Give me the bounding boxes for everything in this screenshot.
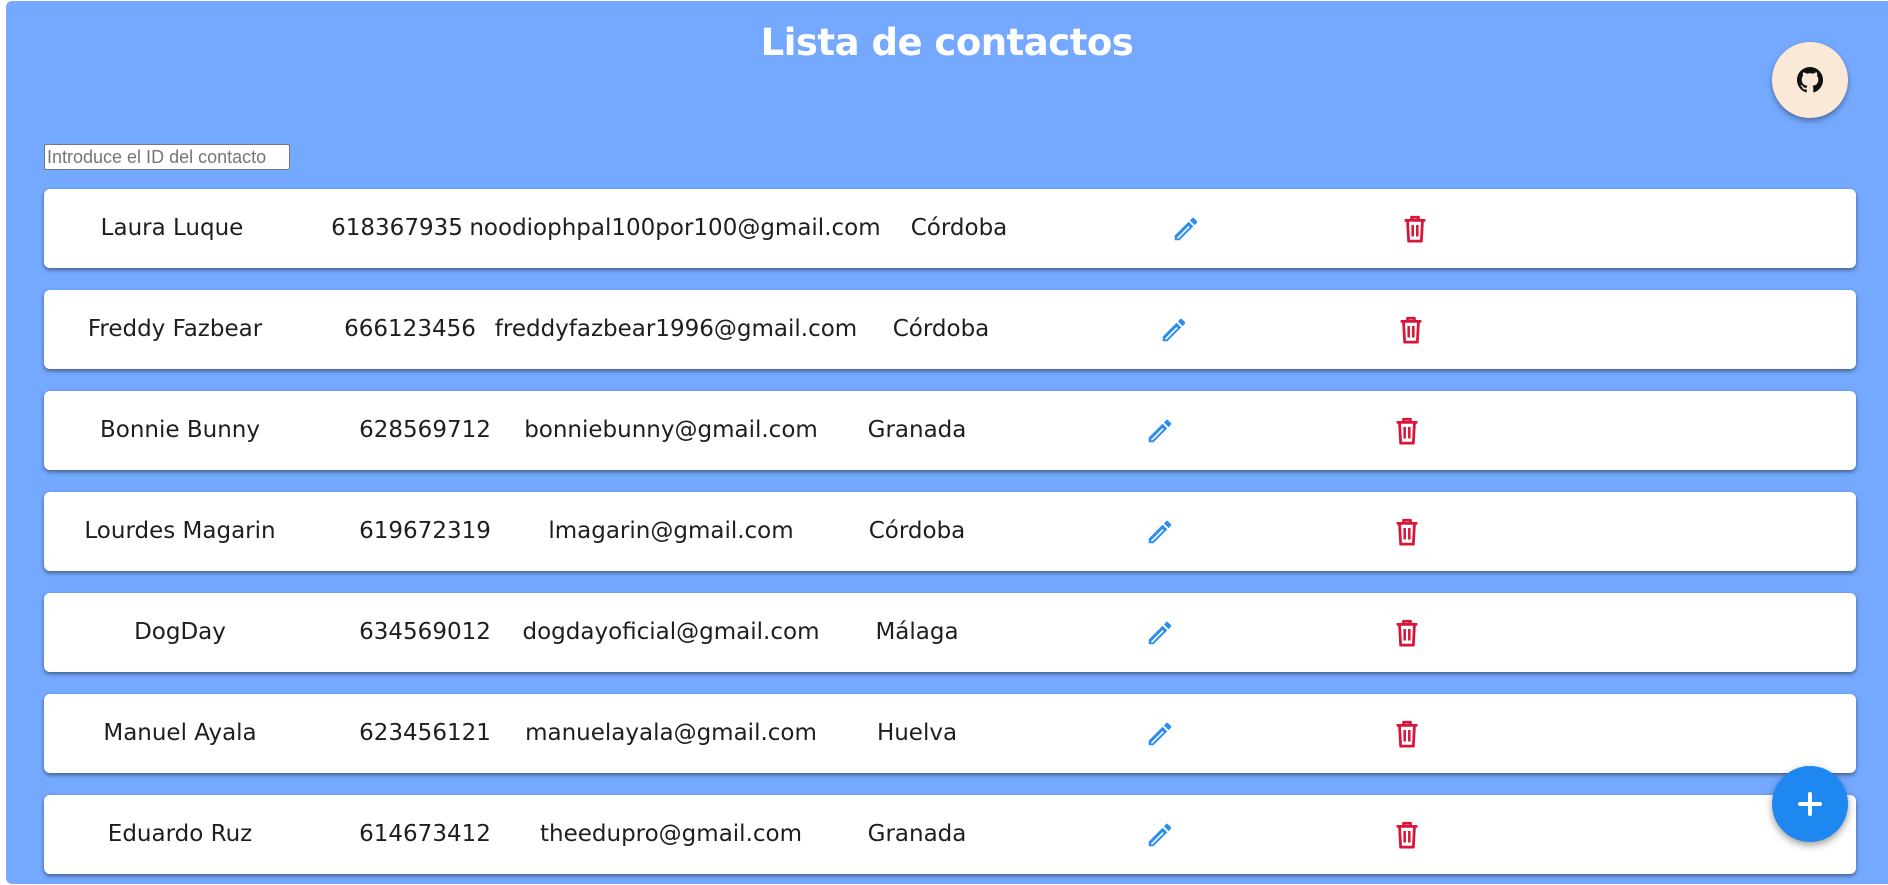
contact-name: Freddy Fazbear bbox=[87, 316, 263, 342]
edit-contact-button[interactable] bbox=[1142, 413, 1178, 449]
edit-contact-button[interactable] bbox=[1142, 615, 1178, 651]
contact-card: Manuel Ayala 623456121 manuelayala@gmail.c… bbox=[44, 694, 1856, 773]
delete-contact-button[interactable] bbox=[1389, 615, 1425, 651]
add-contact-button[interactable] bbox=[1772, 766, 1848, 842]
delete-contact-button[interactable] bbox=[1389, 413, 1425, 449]
contact-city: Granada bbox=[867, 417, 967, 443]
contact-email: theedupro@gmail.com bbox=[539, 821, 803, 847]
contact-city: Córdoba bbox=[868, 518, 966, 544]
contact-email: noodiophpal100por100@gmail.com bbox=[469, 215, 881, 241]
contact-card: Eduardo Ruz 614673412 theedupro@gmail.com G… bbox=[44, 795, 1856, 874]
contact-phone: 619672319 bbox=[359, 518, 491, 544]
delete-contact-button[interactable] bbox=[1389, 817, 1425, 853]
app-container: Lista de contactos Laura Luque 618367935n… bbox=[6, 1, 1888, 884]
contact-phone: 666123456 bbox=[344, 316, 476, 342]
trash-icon bbox=[1396, 619, 1418, 647]
contact-card: Lourdes Magarin 619672319 lmagarin@gmail.c… bbox=[44, 492, 1856, 571]
contact-city: Córdoba bbox=[910, 215, 1008, 241]
contact-name: Bonnie Bunny bbox=[100, 417, 260, 443]
pencil-icon bbox=[1148, 621, 1172, 645]
contact-phone: 628569712 bbox=[359, 417, 491, 443]
contact-card: DogDay 634569012 dogdayoficial@gmail.com Má… bbox=[44, 593, 1856, 672]
contact-card: Laura Luque 618367935 noodiophpal100por100… bbox=[44, 189, 1856, 268]
contact-email: manuelayala@gmail.com bbox=[525, 720, 817, 746]
pencil-icon bbox=[1148, 823, 1172, 847]
pencil-icon bbox=[1174, 217, 1198, 241]
trash-icon bbox=[1396, 417, 1418, 445]
trash-icon bbox=[1400, 316, 1422, 344]
edit-contact-button[interactable] bbox=[1142, 817, 1178, 853]
pencil-icon bbox=[1162, 318, 1186, 342]
delete-contact-button[interactable] bbox=[1389, 514, 1425, 550]
edit-contact-button[interactable] bbox=[1142, 716, 1178, 752]
contact-list: Laura Luque 618367935 noodiophpal100por100… bbox=[44, 189, 1856, 884]
trash-icon bbox=[1404, 215, 1426, 243]
trash-icon bbox=[1396, 720, 1418, 748]
contact-phone: 634569012 bbox=[359, 619, 491, 645]
contact-name: Eduardo Ruz bbox=[107, 821, 253, 847]
page-title: Lista de contactos bbox=[760, 21, 1134, 64]
contact-city: Málaga bbox=[875, 619, 959, 645]
contact-city: Granada bbox=[867, 821, 967, 847]
contact-phone: 618367935 bbox=[331, 215, 463, 241]
pencil-icon bbox=[1148, 520, 1172, 544]
plus-icon bbox=[1798, 792, 1822, 816]
contact-email: dogdayoficial@gmail.com bbox=[522, 619, 820, 645]
contact-id-search-input[interactable] bbox=[44, 144, 290, 170]
contact-email: lmagarin@gmail.com bbox=[548, 518, 794, 544]
contact-name: Manuel Ayala bbox=[103, 720, 257, 746]
delete-contact-button[interactable] bbox=[1393, 312, 1429, 348]
contact-email: bonniebunny@gmail.com bbox=[524, 417, 818, 443]
trash-icon bbox=[1396, 518, 1418, 546]
edit-contact-button[interactable] bbox=[1156, 312, 1192, 348]
contact-phone: 614673412 bbox=[359, 821, 491, 847]
contact-city: Huelva bbox=[876, 720, 958, 746]
pencil-icon bbox=[1148, 419, 1172, 443]
edit-contact-button[interactable] bbox=[1142, 514, 1178, 550]
contact-phone: 623456121 bbox=[359, 720, 491, 746]
contact-name: DogDay bbox=[134, 619, 226, 645]
contact-card: Freddy Fazbear 666123456 freddyfazbear1996… bbox=[44, 290, 1856, 369]
github-icon bbox=[1797, 67, 1823, 93]
delete-contact-button[interactable] bbox=[1389, 716, 1425, 752]
pencil-icon bbox=[1148, 722, 1172, 746]
contact-name: Lourdes Magarin bbox=[84, 518, 276, 544]
contact-card: Bonnie Bunny 628569712 bonniebunny@gmail.c… bbox=[44, 391, 1856, 470]
trash-icon bbox=[1396, 821, 1418, 849]
contact-email: freddyfazbear1996@gmail.com bbox=[494, 316, 858, 342]
contact-name: Laura Luque bbox=[100, 215, 244, 241]
edit-contact-button[interactable] bbox=[1168, 211, 1204, 247]
delete-contact-button[interactable] bbox=[1397, 211, 1433, 247]
contact-city: Córdoba bbox=[892, 316, 990, 342]
github-button[interactable] bbox=[1772, 42, 1848, 118]
